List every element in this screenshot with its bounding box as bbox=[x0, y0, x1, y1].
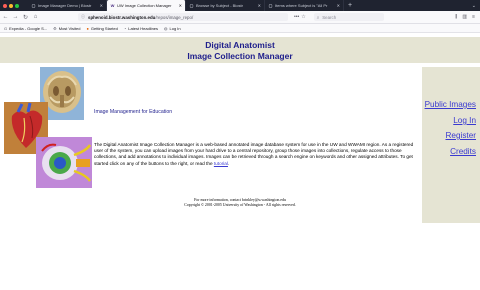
bookmark-latest-headlines[interactable]: ◔ Latest Headlines bbox=[124, 26, 158, 31]
close-icon[interactable]: ✕ bbox=[179, 3, 182, 8]
credits-link[interactable]: Credits bbox=[450, 147, 476, 156]
home-icon[interactable]: ⌂ bbox=[31, 13, 40, 22]
tutorial-link[interactable]: tutorial bbox=[214, 161, 228, 166]
library-icon[interactable]: ⫼ bbox=[455, 14, 457, 20]
close-icon[interactable]: ✕ bbox=[100, 3, 103, 8]
new-tab-button[interactable]: + bbox=[344, 2, 352, 9]
search-icon: ⌕ bbox=[316, 14, 320, 20]
list-all-tabs-icon[interactable]: ⌄ bbox=[472, 3, 480, 9]
bookmark-getting-started[interactable]: ● Getting Started bbox=[86, 26, 117, 31]
forward-arrow-icon[interactable]: → bbox=[11, 13, 20, 22]
browser-tab-bar: ▢ Image Manager Demo | Biostr ✕ W UW Ima… bbox=[0, 0, 480, 11]
page-footer: For more information, contact brinkley@u… bbox=[0, 198, 480, 208]
close-icon[interactable]: ✕ bbox=[258, 3, 261, 8]
tab-uw-image-collection-manager[interactable]: W UW Image Collection Manager ✕ bbox=[107, 0, 186, 11]
g-icon: G bbox=[4, 25, 8, 31]
rss-icon: ◔ bbox=[123, 25, 127, 31]
page-icon: ▢ bbox=[31, 3, 36, 8]
search-input[interactable]: ⌕ Search bbox=[313, 13, 384, 21]
navigation-toolbar: ← → ↻ ⌂ ⓘ sphenoid.biostr.washington.edu… bbox=[0, 11, 480, 24]
bookmark-label: Latest Headlines bbox=[128, 25, 159, 31]
intro-suffix: . bbox=[227, 160, 230, 166]
page-banner: Digital Anatomist Image Collection Manag… bbox=[0, 37, 480, 63]
reload-icon[interactable]: ↻ bbox=[21, 13, 30, 22]
intro-text: The Digital Anatomist Image Collection M… bbox=[94, 142, 414, 166]
tab-browse-by-subject[interactable]: ▢ Browse by Subject - Biostr ✕ bbox=[186, 0, 265, 11]
bookmark-most-visited[interactable]: ⚙ Most Visited bbox=[53, 26, 80, 31]
url-host: sphenoid.biostr.washington.edu bbox=[88, 14, 156, 20]
tab-items-where-subject[interactable]: ▢ Items where Subject is "All Pr ✕ bbox=[265, 0, 344, 11]
register-link[interactable]: Register bbox=[446, 131, 477, 140]
info-icon[interactable]: ⓘ bbox=[81, 14, 85, 20]
bookmark-star-icon[interactable]: ☆ bbox=[301, 14, 305, 20]
bookmark-label: Expedia - Google S... bbox=[9, 25, 48, 31]
page-icon: ▢ bbox=[268, 3, 273, 8]
url-bar[interactable]: ⓘ sphenoid.biostr.washington.edu/repos/i… bbox=[78, 13, 288, 21]
subheading: Image Management for Education bbox=[94, 109, 173, 115]
tab-title: Browse by Subject - Biostr bbox=[196, 3, 243, 8]
sidebar-icon[interactable]: ▥ bbox=[462, 14, 467, 20]
menu-icon[interactable]: ≡ bbox=[472, 14, 475, 20]
back-arrow-icon[interactable]: ← bbox=[1, 13, 10, 22]
page-actions-icon[interactable]: ••• bbox=[294, 14, 299, 20]
url-path: /repos/image_repo/ bbox=[155, 14, 194, 20]
search-placeholder: Search bbox=[322, 14, 337, 20]
firefox-icon: ● bbox=[86, 25, 89, 31]
banner-title-line1: Digital Anatomist bbox=[205, 40, 275, 50]
w-icon: W bbox=[110, 3, 115, 8]
close-window-button[interactable] bbox=[3, 3, 7, 8]
globe-icon: ◍ bbox=[164, 25, 168, 31]
minimize-window-button[interactable] bbox=[9, 3, 13, 8]
tab-title: UW Image Collection Manager bbox=[117, 3, 172, 8]
bookmark-label: Most Visited bbox=[58, 25, 81, 31]
eye-anatomy-image bbox=[36, 137, 92, 188]
bookmark-log-in[interactable]: ◍ Log In bbox=[164, 26, 181, 31]
page-content: Digital Anatomist Image Collection Manag… bbox=[0, 33, 480, 290]
maximize-window-button[interactable] bbox=[15, 3, 19, 8]
bookmark-expedia[interactable]: G Expedia - Google S... bbox=[4, 26, 47, 31]
bookmark-label: Getting Started bbox=[90, 25, 118, 31]
close-icon[interactable]: ✕ bbox=[337, 3, 340, 8]
intro-paragraph: The Digital Anatomist Image Collection M… bbox=[94, 142, 414, 167]
bookmarks-toolbar: G Expedia - Google S... ⚙ Most Visited ●… bbox=[0, 24, 480, 33]
bookmark-label: Log In bbox=[169, 25, 181, 31]
page-icon: ▢ bbox=[189, 3, 194, 8]
tab-title: Image Manager Demo | Biostr bbox=[38, 3, 92, 8]
copyright-line: Copyright © 2001-2005 University of Wash… bbox=[184, 203, 296, 207]
banner-title-line2: Image Collection Manager bbox=[187, 51, 293, 61]
log-in-link[interactable]: Log In bbox=[453, 116, 476, 125]
window-controls bbox=[0, 3, 28, 8]
gear-icon: ⚙ bbox=[53, 25, 57, 31]
public-images-link[interactable]: Public Images bbox=[425, 100, 476, 109]
tab-title: Items where Subject is "All Pr bbox=[275, 3, 328, 8]
tab-image-manager-demo[interactable]: ▢ Image Manager Demo | Biostr ✕ bbox=[28, 0, 107, 11]
